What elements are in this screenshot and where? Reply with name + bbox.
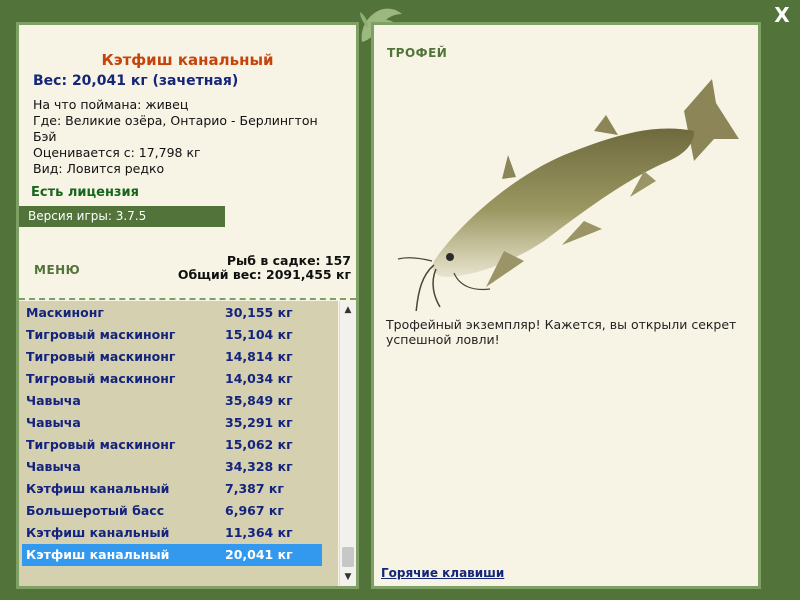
catch-item-weight: 15,062 кг xyxy=(225,437,293,452)
scroll-down-arrow-icon[interactable]: ▼ xyxy=(340,569,356,586)
catch-item-name: Большеротый басс xyxy=(26,503,165,518)
catch-list-item[interactable]: Кэтфиш канальный 7,387 кг xyxy=(22,478,322,500)
catch-item-name: Чавыча xyxy=(26,459,81,474)
catch-list-scrollbar[interactable]: ▲ ▼ xyxy=(339,302,356,586)
trophy-message: Трофейный экземпляр! Кажется, вы открыли… xyxy=(386,317,737,347)
fish-title: Кэтфиш канальный xyxy=(101,51,274,69)
scroll-thumb[interactable] xyxy=(342,547,354,567)
catch-item-weight: 15,104 кг xyxy=(225,327,293,342)
catch-item-weight: 20,041 кг xyxy=(225,547,293,562)
catch-item-name: Кэтфиш канальный xyxy=(26,525,170,540)
catch-item-name: Маскинонг xyxy=(26,305,104,320)
catch-list-item[interactable]: Большеротый басс 6,967 кг xyxy=(22,500,322,522)
catch-item-name: Кэтфиш канальный xyxy=(26,547,170,562)
hotkeys-link[interactable]: Горячие клавиши xyxy=(381,566,504,580)
catch-item-weight: 30,155 кг xyxy=(225,305,293,320)
catch-list-item[interactable]: Чавыча 34,328 кг xyxy=(22,456,322,478)
catch-list-item-selected[interactable]: Кэтфиш канальный 20,041 кг xyxy=(22,544,322,566)
fish-detail-location: Где: Великие озёра, Онтарио - Берлингтон… xyxy=(33,113,318,144)
catch-list-item[interactable]: Тигровый маскинонг 15,104 кг xyxy=(22,324,322,346)
close-button[interactable]: X xyxy=(769,2,795,28)
catch-item-weight: 7,387 кг xyxy=(225,481,284,496)
trophy-panel: ТРОФЕЙ Трофейный экземпляр! Кажется, вы … xyxy=(371,22,761,589)
menu-button[interactable]: МЕНЮ xyxy=(34,263,80,277)
fish-detail-threshold: Оценивается с: 17,798 кг xyxy=(33,145,201,160)
catch-list-item[interactable]: Чавыча 35,291 кг xyxy=(22,412,322,434)
catch-item-weight: 6,967 кг xyxy=(225,503,284,518)
catch-list-item[interactable]: Чавыча 35,849 кг xyxy=(22,390,322,412)
catch-item-weight: 34,328 кг xyxy=(225,459,293,474)
catch-list-item[interactable]: Тигровый маскинонг 15,062 кг xyxy=(22,434,322,456)
fish-details: На что поймана: живец Где: Великие озёра… xyxy=(33,97,343,177)
catch-item-name: Чавыча xyxy=(26,393,81,408)
catch-item-weight: 35,849 кг xyxy=(225,393,293,408)
fish-detail-rarity: Вид: Ловится редко xyxy=(33,161,165,176)
catch-item-weight: 14,814 кг xyxy=(225,349,293,364)
divider xyxy=(19,298,356,300)
catch-item-weight: 11,364 кг xyxy=(225,525,293,540)
catch-item-name: Кэтфиш канальный xyxy=(26,481,170,496)
version-bar: Версия игры: 3.7.5 xyxy=(19,206,225,227)
catfish-image xyxy=(397,79,739,311)
catch-list-item[interactable]: Маскинонг 30,155 кг xyxy=(22,302,322,324)
catch-list[interactable]: Маскинонг 30,155 кг Тигровый маскинонг 15,1… xyxy=(19,301,338,586)
catch-list-item[interactable]: Тигровый маскинонг 14,034 кг xyxy=(22,368,322,390)
keepnet-stats: Рыб в садке: 157 Общий вес: 2091,455 кг xyxy=(178,254,351,282)
fish-info-panel: Кэтфиш канальный Вес: 20,041 кг (зачетна… xyxy=(16,22,359,589)
catch-list-item[interactable]: Кэтфиш канальный 11,364 кг xyxy=(22,522,322,544)
fish-count: Рыб в садке: 157 xyxy=(226,253,351,268)
catch-item-name: Тигровый маскинонг xyxy=(26,437,176,452)
catch-item-name: Тигровый маскинонг xyxy=(26,327,176,342)
fish-detail-bait: На что поймана: живец xyxy=(33,97,189,112)
catch-item-name: Тигровый маскинонг xyxy=(26,349,176,364)
total-weight: Общий вес: 2091,455 кг xyxy=(177,267,351,282)
catch-item-weight: 35,291 кг xyxy=(225,415,293,430)
catch-item-name: Тигровый маскинонг xyxy=(26,371,176,386)
catch-item-weight: 14,034 кг xyxy=(225,371,293,386)
fish-weight: Вес: 20,041 кг (зачетная) xyxy=(33,73,239,89)
scroll-up-arrow-icon[interactable]: ▲ xyxy=(340,302,356,319)
catch-list-item[interactable]: Тигровый маскинонг 14,814 кг xyxy=(22,346,322,368)
license-status: Есть лицензия xyxy=(31,185,139,200)
catch-item-name: Чавыча xyxy=(26,415,81,430)
